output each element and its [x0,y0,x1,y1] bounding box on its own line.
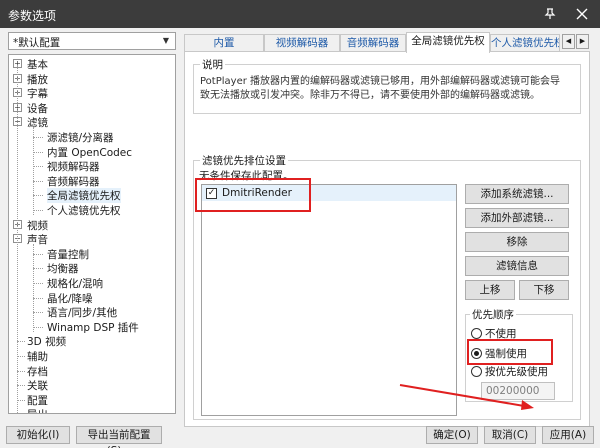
profile-selected-value: *默认配置 [13,37,61,49]
move-up-button[interactable]: 上移 [465,280,515,300]
export-config-button[interactable]: 导出当前配置(S)... [76,426,162,448]
tree-connector [33,180,43,182]
tree-item-label: 源滤镜/分离器 [47,132,114,144]
highlight-box-force [467,339,553,365]
tree-item-label: 视频 [27,219,48,232]
filter-priority-panel: 说明 PotPlayer 播放器内置的编解码器或滤镜已够用，用外部编解码器或滤镜… [184,51,590,427]
title-bar: 参数选项 [0,0,600,28]
tree-connector [17,370,25,372]
add-system-filter-button[interactable]: 添加系统滤镜... [465,184,569,204]
tree-item-label: 关联 [27,380,48,393]
tree-item[interactable]: 3D 视频 [9,334,175,348]
tab-global-filter-priority[interactable]: 全局滤镜优先权 [406,32,490,53]
annotation-arrow-icon [399,384,534,410]
radio-by-merit[interactable] [471,366,482,377]
tab-audio-decoder[interactable]: 音频解码器 [340,34,406,52]
tree-item-label: 个人滤镜优先权 [47,205,121,217]
tree-item-label: 声音 [27,234,48,247]
description-text: PotPlayer 播放器内置的编解码器或滤镜已够用，用外部编解码器或滤镜可能会… [200,75,576,103]
tree-connector [33,312,43,314]
tree-guide-line [33,127,34,215]
tree-item-label: 音量控制 [47,248,89,261]
tree-connector [33,195,43,197]
tree-item-label: 基本 [27,59,48,71]
tab-personal-filter-priority[interactable]: 个人滤镜优先权 [490,34,560,52]
priority-title: 滤镜优先排位设置 [200,153,288,168]
highlight-box-filter [195,178,311,212]
tree-item[interactable]: + 基本 [9,57,175,71]
tree-item-label: 辅助 [27,351,48,363]
tab-strip: 内置 OpenCodec 视频解码器 音频解码器 全局滤镜优先权 个人滤镜优先权… [184,32,590,65]
apply-button[interactable]: 应用(A) [542,426,594,444]
tree-item-label: 音频解码器 [47,175,100,188]
tree-item[interactable]: 导出 [9,407,175,413]
move-down-button[interactable]: 下移 [519,280,569,300]
description-group: 说明 PotPlayer 播放器内置的编解码器或滤镜已够用，用外部编解码器或滤镜… [193,57,581,114]
preferences-window: *默认配置 ▼ + 基本 + 播放 + 字幕 + 设备 − 滤镜 源滤镜/分离器 内置 OpenCod… [0,28,600,448]
tree-guide-line [17,65,18,413]
tree-item-label: 3D 视频 [27,336,67,349]
tab-opencodec[interactable]: 内置 OpenCodec [184,34,264,65]
init-button[interactable]: 初始化(I) [6,426,70,444]
tree-connector [33,326,43,328]
tree-item-label: 视频解码器 [47,161,100,174]
tree-item-label: 滤镜 [27,117,48,130]
tree-item-label: 规格化/混响 [47,278,104,290]
tree-item-label: 内置 OpenCodec [47,146,133,159]
tree-item[interactable]: 配置 [9,393,175,407]
tree-connector [33,283,43,284]
settings-tree[interactable]: + 基本 + 播放 + 字幕 + 设备 − 滤镜 源滤镜/分离器 内置 OpenCodec 视频解码器音… [8,54,176,414]
tree-item-label: 导出 [27,407,48,413]
tree-item[interactable]: + 播放 [9,72,175,86]
cancel-button[interactable]: 取消(C) [484,426,536,444]
tree-item-label: 晶化/降噪 [47,292,93,305]
tree-connector [17,356,25,357]
tree-connector [17,385,25,387]
pin-icon[interactable] [540,4,560,24]
tree-connector [33,166,43,168]
chevron-down-icon[interactable]: ▼ [159,34,173,48]
profile-dropdown[interactable]: *默认配置 ▼ [8,32,176,50]
tree-guide-line [33,244,34,332]
tree-item-label: Winamp DSP 插件 [47,321,139,334]
priority-order-title: 优先顺序 [470,307,516,322]
tree-connector [33,151,43,153]
tree-connector [33,297,43,299]
tree-item[interactable]: 关联 [9,378,175,392]
tree-connector [17,399,25,401]
window-title: 参数选项 [8,9,57,23]
tree-item-label: 配置 [27,394,48,407]
ok-button[interactable]: 确定(O) [426,426,478,444]
tree-item-label: 语言/同步/其他 [47,307,118,320]
radio-by-merit-label[interactable]: 按优先级使用 [485,364,548,379]
tree-connector [33,137,43,138]
tree-item[interactable]: + 设备 [9,101,175,115]
tree-item[interactable]: 存档 [9,364,175,378]
tree-item[interactable]: + 视频 [9,218,175,232]
tree-item-label: 均衡器 [47,263,79,276]
filter-info-button[interactable]: 滤镜信息 [465,256,569,276]
tree-item-label: 播放 [27,73,48,86]
description-title: 说明 [200,57,225,72]
remove-filter-button[interactable]: 移除 [465,232,569,252]
tab-scroll-right-icon[interactable]: ▶ [576,34,589,49]
tree-item[interactable]: 辅助 [9,349,175,363]
tree-connector [33,210,43,211]
tree-item-label: 字幕 [27,88,48,101]
description-line-1: PotPlayer 播放器内置的编解码器或滤镜已够用，用外部编解码器或滤镜可能会… [200,76,561,87]
tree-item-label: 存档 [27,365,48,378]
tab-scroll-left-icon[interactable]: ◀ [562,34,575,49]
radio-disable[interactable] [471,328,482,339]
description-line-2: 致无法播放或引发冲突。除非万不得已，请不要使用外部的编解码器或滤镜。 [200,90,540,101]
close-icon[interactable] [572,4,592,24]
tree-item-label: 设备 [27,102,48,115]
tree-item[interactable]: + 字幕 [9,86,175,100]
tree-item-label: 全局滤镜优先权 [47,188,121,204]
tree-connector [17,341,25,343]
tree-connector [33,253,43,255]
tab-video-decoder[interactable]: 视频解码器 [264,34,340,52]
tree-connector [33,268,43,270]
add-external-filter-button[interactable]: 添加外部滤镜... [465,208,569,228]
